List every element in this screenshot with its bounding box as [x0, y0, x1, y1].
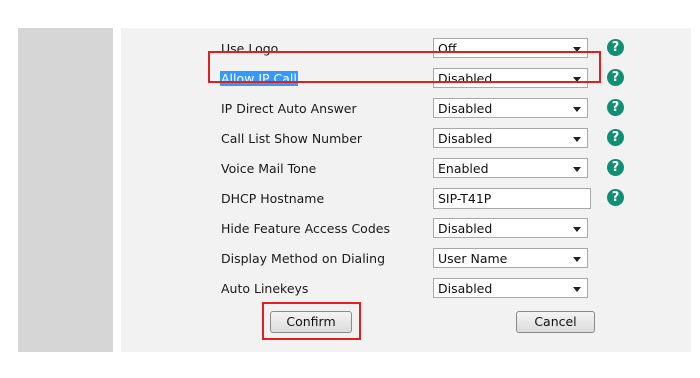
- setting-row-display-method-on-dialing: Display Method on Dialing User Name: [121, 245, 691, 275]
- setting-row-hide-feature-access-codes: Hide Feature Access Codes Disabled: [121, 215, 691, 245]
- setting-label: Display Method on Dialing: [221, 251, 386, 266]
- allow-ip-call-highlight: [208, 51, 601, 83]
- select-value: Enabled: [438, 161, 489, 176]
- voice-mail-tone-select[interactable]: Enabled: [433, 158, 588, 178]
- call-list-show-number-select[interactable]: Disabled: [433, 128, 588, 148]
- help-icon[interactable]: ?: [607, 129, 624, 146]
- setting-row-dhcp-hostname: DHCP Hostname SIP-T41P ?: [121, 185, 691, 215]
- confirm-highlight: [262, 302, 361, 340]
- hide-feature-access-codes-select[interactable]: Disabled: [433, 218, 588, 238]
- chevron-down-icon: [573, 257, 581, 262]
- sidebar-panel: [18, 28, 113, 352]
- help-icon[interactable]: ?: [607, 189, 624, 206]
- setting-label: Auto Linekeys: [221, 281, 309, 296]
- chevron-down-icon: [573, 167, 581, 172]
- setting-row-ip-direct-auto-answer: IP Direct Auto Answer Disabled ?: [121, 95, 691, 125]
- setting-label: Voice Mail Tone: [221, 161, 317, 176]
- setting-label: Call List Show Number: [221, 131, 363, 146]
- cancel-button[interactable]: Cancel: [516, 311, 595, 333]
- ip-direct-auto-answer-select[interactable]: Disabled: [433, 98, 588, 118]
- setting-row-auto-linekeys: Auto Linekeys Disabled: [121, 275, 691, 305]
- select-value: Disabled: [438, 101, 493, 116]
- chevron-down-icon: [573, 137, 581, 142]
- help-icon[interactable]: ?: [607, 99, 624, 116]
- auto-linekeys-select[interactable]: Disabled: [433, 278, 588, 298]
- help-icon[interactable]: ?: [607, 39, 624, 56]
- help-icon[interactable]: ?: [607, 69, 624, 86]
- chevron-down-icon: [573, 287, 581, 292]
- select-value: Disabled: [438, 221, 493, 236]
- dhcp-hostname-input[interactable]: SIP-T41P: [433, 188, 591, 209]
- select-value: User Name: [438, 251, 508, 266]
- setting-label: IP Direct Auto Answer: [221, 101, 357, 116]
- setting-row-call-list-show-number: Call List Show Number Disabled ?: [121, 125, 691, 155]
- setting-label: DHCP Hostname: [221, 191, 325, 206]
- select-value: Disabled: [438, 131, 493, 146]
- setting-label: Hide Feature Access Codes: [221, 221, 390, 236]
- chevron-down-icon: [573, 227, 581, 232]
- display-method-on-dialing-select[interactable]: User Name: [433, 248, 588, 268]
- chevron-down-icon: [573, 107, 581, 112]
- input-value: SIP-T41P: [438, 191, 492, 206]
- select-value: Disabled: [438, 281, 493, 296]
- help-icon[interactable]: ?: [607, 159, 624, 176]
- setting-row-voice-mail-tone: Voice Mail Tone Enabled ?: [121, 155, 691, 185]
